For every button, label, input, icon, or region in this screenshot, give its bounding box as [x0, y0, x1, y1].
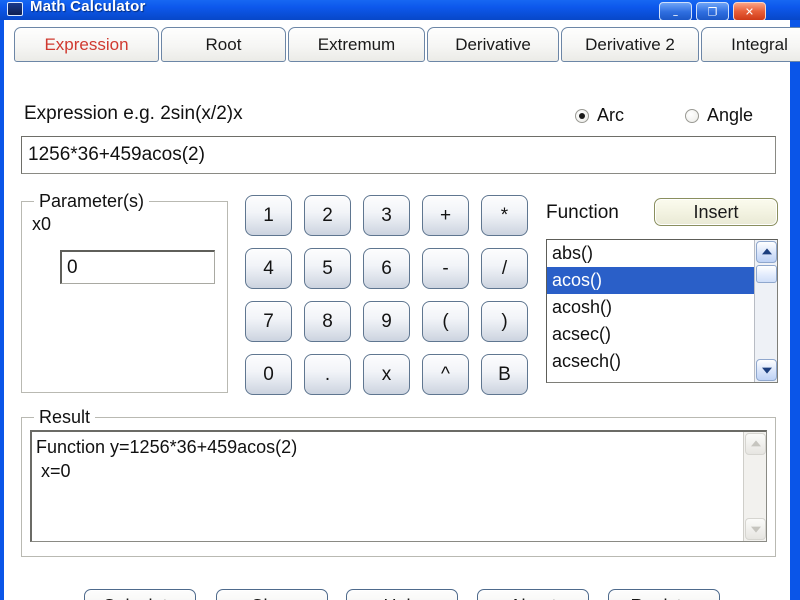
radio-angle-indicator[interactable]: [685, 108, 699, 123]
close-icon: ✕: [744, 5, 755, 18]
key-paren-open[interactable]: (: [422, 301, 469, 342]
app-icon: [7, 2, 23, 16]
key-6[interactable]: 6: [363, 248, 410, 289]
key-paren-close[interactable]: ): [481, 301, 528, 342]
parameter-x0-input[interactable]: 0: [60, 250, 215, 284]
parameters-group: Parameter(s) x0 0: [21, 191, 228, 393]
tab-strip: Expression Root Extremum Derivative Deri…: [14, 27, 800, 63]
key-minus[interactable]: -: [422, 248, 469, 289]
key-backspace[interactable]: B: [481, 354, 528, 395]
result-group-title: Result: [34, 407, 96, 428]
clear-button[interactable]: Clear: [216, 589, 328, 600]
function-listbox[interactable]: abs() acos() acosh() acsec() acsech(): [546, 239, 778, 383]
scroll-up-icon[interactable]: [745, 433, 766, 455]
key-3[interactable]: 3: [363, 195, 410, 236]
key-plus[interactable]: +: [422, 195, 469, 236]
key-7[interactable]: 7: [245, 301, 292, 342]
scroll-down-icon[interactable]: [745, 518, 766, 540]
tab-derivative[interactable]: Derivative: [427, 27, 559, 62]
radio-arc-label: Arc: [597, 105, 624, 125]
keypad: 1 2 3 + * 4 5 6 - / 7 8 9 ( ) 0 . x ^ B: [245, 195, 528, 395]
list-item[interactable]: abs(): [547, 240, 754, 267]
application-window: Math Calculator – ❐ ✕ Expression Root Ex…: [0, 0, 800, 600]
function-label: Function: [546, 202, 619, 223]
list-item[interactable]: acsech(): [547, 348, 754, 375]
window-title: Math Calculator: [30, 0, 146, 15]
minimize-icon: –: [672, 8, 679, 20]
key-divide[interactable]: /: [481, 248, 528, 289]
list-item[interactable]: acsec(): [547, 321, 754, 348]
insert-button[interactable]: Insert: [654, 198, 778, 226]
result-text: Function y=1256*36+459acos(2) x=0: [36, 437, 298, 481]
key-x[interactable]: x: [363, 354, 410, 395]
maximize-icon: ❐: [707, 5, 718, 18]
radio-arc-indicator[interactable]: [575, 108, 589, 123]
tab-derivative-2[interactable]: Derivative 2: [561, 27, 699, 62]
function-list-items: abs() acos() acosh() acsec() acsech(): [547, 240, 754, 375]
key-0[interactable]: 0: [245, 354, 292, 395]
radio-angle[interactable]: Angle: [685, 105, 753, 126]
key-1[interactable]: 1: [245, 195, 292, 236]
function-list-scrollbar[interactable]: [754, 240, 777, 382]
key-dot[interactable]: .: [304, 354, 351, 395]
scrollbar-thumb[interactable]: [756, 265, 777, 283]
key-power[interactable]: ^: [422, 354, 469, 395]
list-item[interactable]: acosh(): [547, 294, 754, 321]
key-9[interactable]: 9: [363, 301, 410, 342]
scroll-up-icon[interactable]: [756, 241, 777, 263]
client-area: Expression Root Extremum Derivative Deri…: [4, 20, 800, 600]
radio-arc[interactable]: Arc: [575, 105, 624, 126]
close-button[interactable]: ✕: [733, 2, 766, 20]
calculate-button[interactable]: Calculate: [84, 589, 196, 600]
key-8[interactable]: 8: [304, 301, 351, 342]
about-button[interactable]: About: [477, 589, 589, 600]
result-textarea[interactable]: Function y=1256*36+459acos(2) x=0: [30, 430, 767, 542]
maximize-button[interactable]: ❐: [696, 2, 729, 20]
tab-root[interactable]: Root: [161, 27, 286, 62]
tab-extremum[interactable]: Extremum: [288, 27, 425, 62]
title-bar: Math Calculator – ❐ ✕: [0, 0, 800, 20]
register-button[interactable]: Register: [608, 589, 720, 600]
tab-expression[interactable]: Expression: [14, 27, 159, 62]
parameters-group-title: Parameter(s): [34, 191, 150, 212]
tab-integral[interactable]: Integral: [701, 27, 800, 62]
result-group: Result Function y=1256*36+459acos(2) x=0: [21, 407, 776, 557]
expression-label: Expression e.g. 2sin(x/2)x: [24, 103, 243, 124]
result-scrollbar[interactable]: [743, 432, 766, 541]
expression-input[interactable]: 1256*36+459acos(2): [21, 136, 776, 174]
parameter-x0-label: x0: [32, 214, 52, 234]
scroll-down-icon[interactable]: [756, 359, 777, 381]
minimize-button[interactable]: –: [659, 2, 692, 20]
radio-angle-label: Angle: [707, 105, 754, 125]
list-item[interactable]: acos(): [547, 267, 754, 294]
key-4[interactable]: 4: [245, 248, 292, 289]
help-button[interactable]: Help: [346, 589, 458, 600]
key-2[interactable]: 2: [304, 195, 351, 236]
key-multiply[interactable]: *: [481, 195, 528, 236]
key-5[interactable]: 5: [304, 248, 351, 289]
